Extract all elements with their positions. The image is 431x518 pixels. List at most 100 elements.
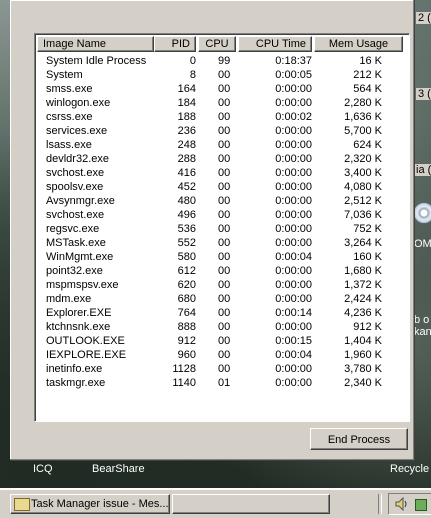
process-rows: System Idle Process 0 99 0:18:37 16 K System 8… xyxy=(37,54,407,390)
process-pid: 248 xyxy=(177,139,196,151)
end-process-button[interactable]: End Process xyxy=(310,428,408,450)
process-name: svchost.exe xyxy=(46,209,105,221)
process-pid: 912 xyxy=(177,335,196,347)
process-cpu: 00 xyxy=(218,209,231,221)
process-cpu: 00 xyxy=(218,195,231,207)
process-pid: 188 xyxy=(177,111,196,123)
desktop-icon-label-recycle[interactable]: Recycle xyxy=(390,463,429,475)
column-header-pid[interactable]: PID xyxy=(154,36,196,52)
process-row[interactable]: ktchnsnk.exe 888 00 0:00:00 912 K xyxy=(37,320,407,334)
process-pid: 236 xyxy=(177,125,196,137)
process-pid: 164 xyxy=(177,83,196,95)
process-row[interactable]: mdm.exe 680 00 0:00:00 2,424 K xyxy=(37,292,407,306)
process-name: OUTLOOK.EXE xyxy=(46,335,125,347)
process-row[interactable]: System Idle Process 0 99 0:18:37 16 K xyxy=(37,54,407,68)
desktop-icon-label-bearshare[interactable]: BearShare xyxy=(92,463,145,475)
desktop-icon-label-icq[interactable]: ICQ xyxy=(33,463,53,475)
process-pid: 552 xyxy=(177,237,196,249)
process-row[interactable]: taskmgr.exe 1140 01 0:00:00 2,340 K xyxy=(37,376,407,390)
process-cpu: 00 xyxy=(218,181,231,193)
process-row[interactable]: IEXPLORE.EXE 960 00 0:00:04 1,960 K xyxy=(37,348,407,362)
taskbar-button-label: Task Manager issue - Mes... xyxy=(31,498,169,510)
process-name: MSTask.exe xyxy=(46,237,106,249)
process-row[interactable]: inetinfo.exe 1128 00 0:00:00 3,780 K xyxy=(37,362,407,376)
column-header-mem-usage[interactable]: Mem Usage xyxy=(314,36,403,52)
process-cpu-time: 0:00:00 xyxy=(275,293,312,305)
column-header-image-name[interactable]: Image Name xyxy=(37,36,154,52)
process-cpu: 00 xyxy=(218,237,231,249)
process-mem-usage: 1,404 K xyxy=(344,335,382,347)
process-row[interactable]: smss.exe 164 00 0:00:00 564 K xyxy=(37,82,407,96)
process-row[interactable]: services.exe 236 00 0:00:00 5,700 K xyxy=(37,124,407,138)
process-pid: 612 xyxy=(177,265,196,277)
process-row[interactable]: Explorer.EXE 764 00 0:00:14 4,236 K xyxy=(37,306,407,320)
process-pid: 496 xyxy=(177,209,196,221)
process-cpu-time: 0:00:04 xyxy=(275,349,312,361)
process-mem-usage: 2,512 K xyxy=(344,195,382,207)
process-name: inetinfo.exe xyxy=(46,363,103,375)
process-mem-usage: 1,372 K xyxy=(344,279,382,291)
process-row[interactable]: System 8 00 0:00:05 212 K xyxy=(37,68,407,82)
process-row[interactable]: regsvc.exe 536 00 0:00:00 752 K xyxy=(37,222,407,236)
process-pid: 536 xyxy=(177,223,196,235)
process-name: ktchnsnk.exe xyxy=(46,321,111,333)
process-name: regsvc.exe xyxy=(46,223,100,235)
desktop-fragment: OM xyxy=(414,238,431,250)
process-pid: 0 xyxy=(189,55,196,67)
process-pid: 452 xyxy=(177,181,196,193)
process-name: csrss.exe xyxy=(46,111,93,123)
process-cpu-time: 0:00:00 xyxy=(275,195,312,207)
process-name: lsass.exe xyxy=(46,139,92,151)
process-mem-usage: 3,400 K xyxy=(344,167,382,179)
speaker-icon[interactable] xyxy=(395,497,409,511)
process-name: IEXPLORE.EXE xyxy=(46,349,127,361)
process-list[interactable]: Image Name PID CPU CPU Time Mem Usage Sy… xyxy=(34,33,410,422)
taskbar-button-empty[interactable] xyxy=(172,494,330,514)
process-row[interactable]: devldr32.exe 288 00 0:00:00 2,320 K xyxy=(37,152,407,166)
process-row[interactable]: spoolsv.exe 452 00 0:00:00 4,080 K xyxy=(37,180,407,194)
process-name: System Idle Process xyxy=(46,55,147,67)
process-cpu-time: 0:00:00 xyxy=(275,209,312,221)
process-name: devldr32.exe xyxy=(46,153,109,165)
process-pid: 1128 xyxy=(172,363,196,375)
process-name: WinMgmt.exe xyxy=(46,251,114,263)
network-monitor-icon[interactable] xyxy=(415,499,427,511)
process-row[interactable]: mspmspsv.exe 620 00 0:00:00 1,372 K xyxy=(37,278,407,292)
tray-separator xyxy=(378,494,382,514)
process-row[interactable]: csrss.exe 188 00 0:00:02 1,636 K xyxy=(37,110,407,124)
desktop-fragment: kan xyxy=(414,326,431,338)
process-cpu: 00 xyxy=(218,111,231,123)
process-row[interactable]: OUTLOOK.EXE 912 00 0:00:15 1,404 K xyxy=(37,334,407,348)
process-pid: 764 xyxy=(177,307,196,319)
cd-drive-icon[interactable] xyxy=(413,202,431,224)
process-mem-usage: 2,280 K xyxy=(344,97,382,109)
process-mem-usage: 1,960 K xyxy=(344,349,382,361)
process-name: spoolsv.exe xyxy=(46,181,104,193)
process-mem-usage: 3,780 K xyxy=(344,363,382,375)
process-row[interactable]: svchost.exe 416 00 0:00:00 3,400 K xyxy=(37,166,407,180)
process-cpu-time: 0:00:00 xyxy=(275,167,312,179)
process-row[interactable]: Avsynmgr.exe 480 00 0:00:00 2,512 K xyxy=(37,194,407,208)
taskbar-button-task-manager-issue[interactable]: Task Manager issue - Mes... xyxy=(10,494,170,514)
process-mem-usage: 5,700 K xyxy=(344,125,382,137)
process-cpu: 00 xyxy=(218,69,231,81)
process-cpu: 00 xyxy=(218,97,231,109)
process-cpu: 00 xyxy=(218,307,231,319)
process-row[interactable]: lsass.exe 248 00 0:00:00 624 K xyxy=(37,138,407,152)
process-cpu-time: 0:00:00 xyxy=(275,223,312,235)
taskbar: Task Manager issue - Mes... xyxy=(0,488,431,518)
process-cpu: 00 xyxy=(218,223,231,235)
process-list-header: Image Name PID CPU CPU Time Mem Usage xyxy=(37,36,407,52)
process-row[interactable]: winlogon.exe 184 00 0:00:00 2,280 K xyxy=(37,96,407,110)
process-row[interactable]: svchost.exe 496 00 0:00:00 7,036 K xyxy=(37,208,407,222)
process-mem-usage: 7,036 K xyxy=(344,209,382,221)
process-row[interactable]: MSTask.exe 552 00 0:00:00 3,264 K xyxy=(37,236,407,250)
process-row[interactable]: WinMgmt.exe 580 00 0:00:04 160 K xyxy=(37,250,407,264)
process-name: mspmspsv.exe xyxy=(46,279,119,291)
desktop-fragment: 2 ( xyxy=(416,12,431,24)
process-pid: 580 xyxy=(177,251,196,263)
process-cpu: 00 xyxy=(218,279,231,291)
process-row[interactable]: point32.exe 612 00 0:00:00 1,680 K xyxy=(37,264,407,278)
column-header-cpu-time[interactable]: CPU Time xyxy=(238,36,312,52)
column-header-cpu[interactable]: CPU xyxy=(198,36,236,52)
